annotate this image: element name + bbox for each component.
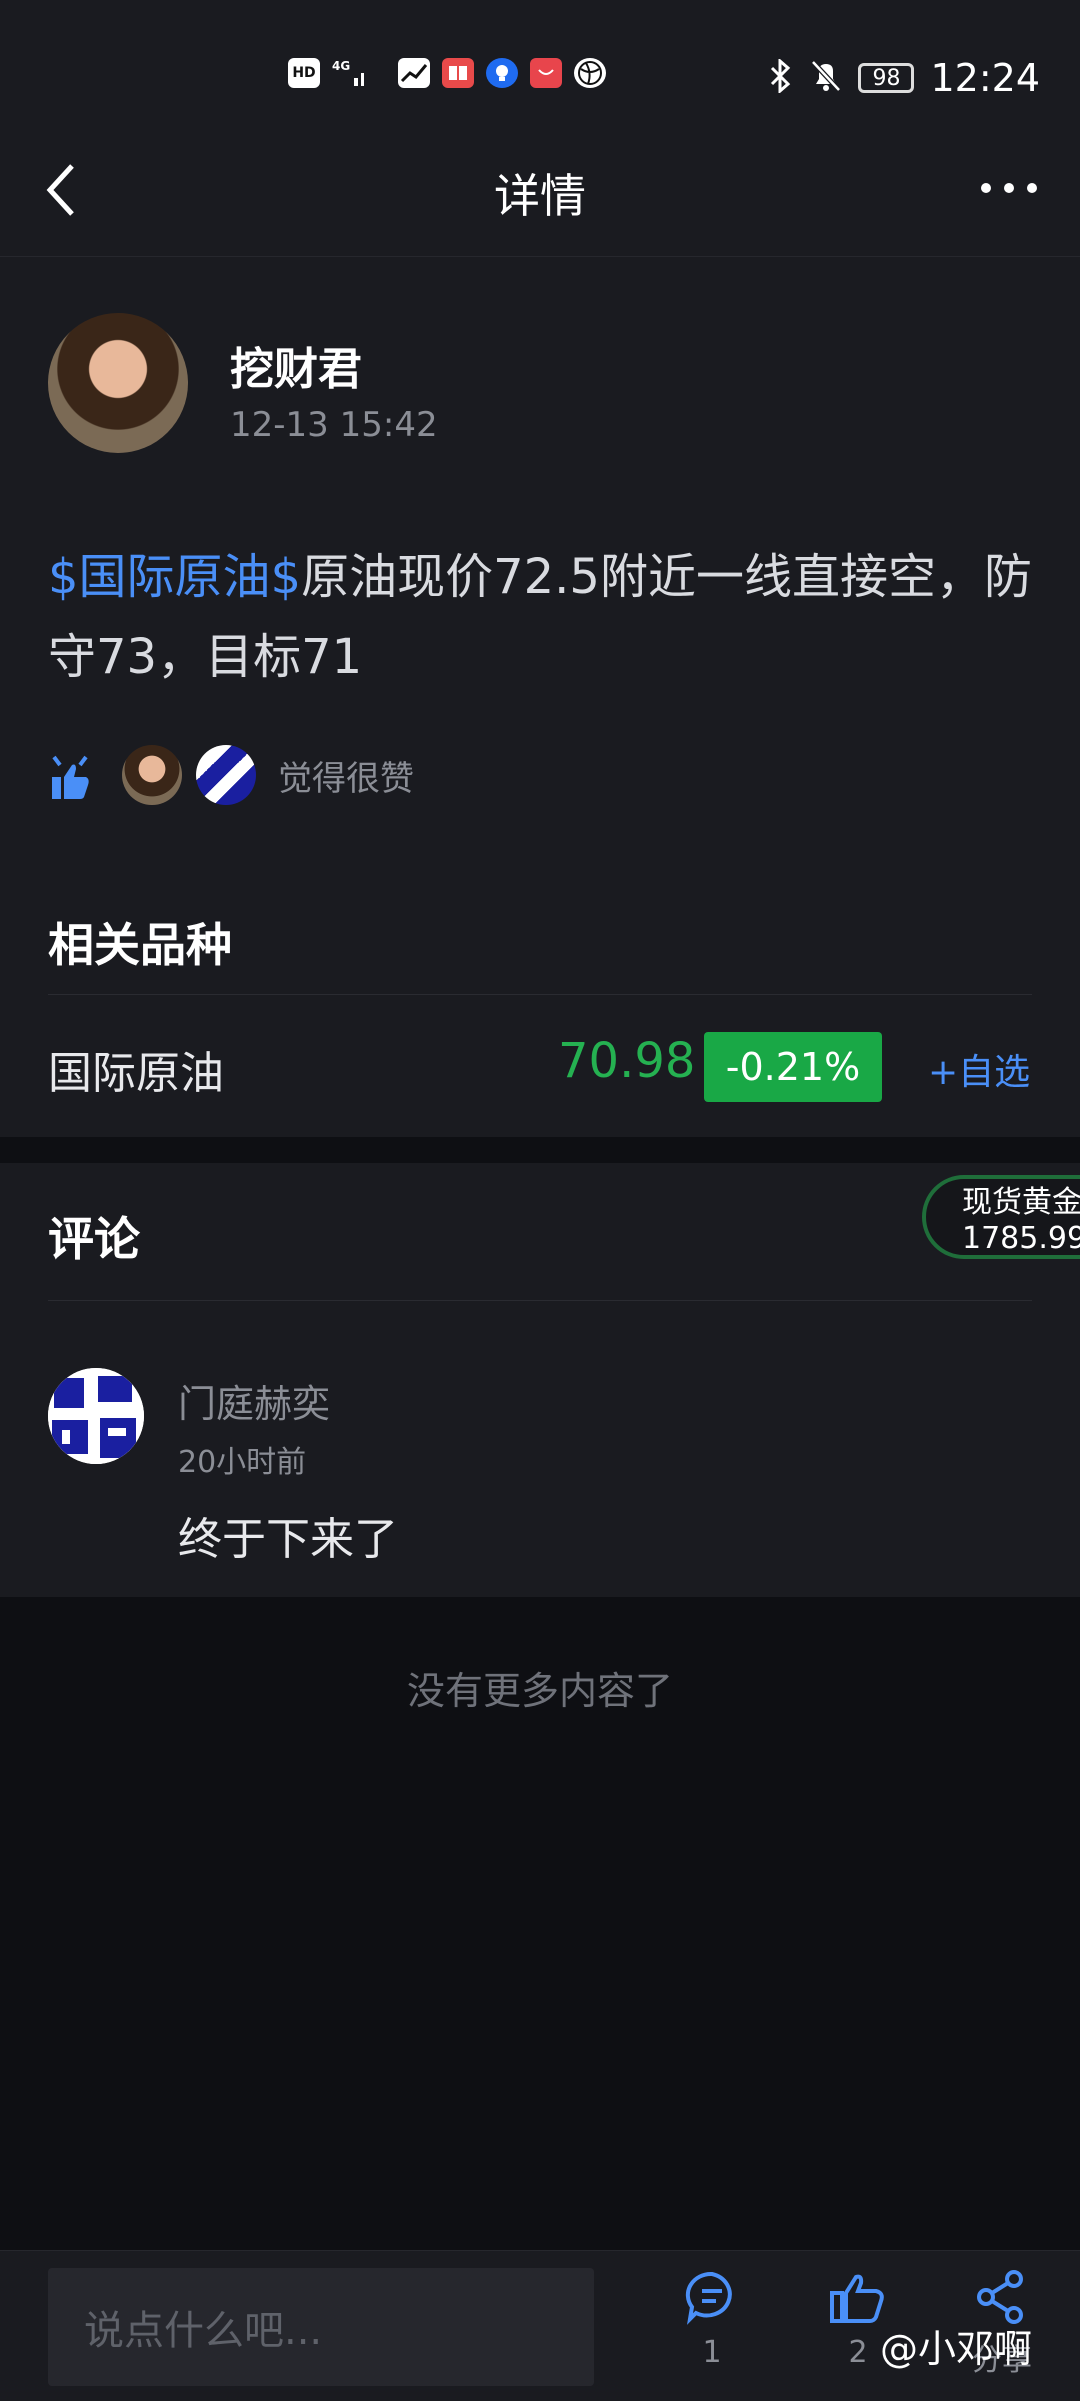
divider bbox=[48, 1300, 1032, 1301]
divider bbox=[48, 994, 1032, 995]
status-bar: HD 4G 98 12:24 bbox=[0, 0, 1080, 130]
comments-title: 评论 bbox=[48, 1212, 140, 1266]
floating-quote-price: 1785.99 bbox=[962, 1221, 1080, 1256]
instrument-name[interactable]: 国际原油 bbox=[48, 1037, 224, 1101]
instrument-change-badge: -0.21% bbox=[704, 1032, 882, 1102]
comment-text: 终于下来了 bbox=[178, 1514, 398, 1565]
instrument-price: 70.98 bbox=[558, 1033, 696, 1089]
watermark: @小邓啊 bbox=[880, 2327, 1033, 2371]
author-name[interactable]: 挖财君 bbox=[230, 333, 362, 397]
author-avatar[interactable] bbox=[48, 313, 188, 453]
liker-avatar-1[interactable] bbox=[122, 745, 182, 805]
thumbs-up-icon bbox=[52, 755, 89, 799]
comment-user[interactable]: 门庭赫奕 bbox=[178, 1373, 330, 1428]
post-card: 挖财君 12-13 15:42 $国际原油$原油现价72.5附近一线直接空，防守… bbox=[0, 257, 1080, 1137]
status-time: 12:24 bbox=[930, 56, 1040, 100]
floating-quote-name: 现货黄金 bbox=[962, 1185, 1080, 1220]
top-nav-bar: 详情 bbox=[0, 130, 1080, 257]
share-icon bbox=[977, 2270, 1023, 2324]
no-more-content-label: 没有更多内容了 bbox=[406, 1669, 673, 1713]
stock-app-icon bbox=[398, 58, 430, 88]
more-dots-icon bbox=[981, 183, 1037, 193]
related-section-title: 相关品种 bbox=[48, 918, 232, 972]
more-options-button[interactable] bbox=[974, 168, 1044, 208]
battery-indicator: 98 bbox=[858, 63, 915, 93]
comment-button[interactable]: 1 bbox=[672, 2269, 752, 2370]
book-app-icon bbox=[442, 58, 474, 88]
bluetooth-icon bbox=[766, 57, 794, 97]
hd-icon: HD bbox=[288, 58, 320, 88]
commenter-avatar[interactable] bbox=[48, 1368, 144, 1464]
comments-section: 评论 现货黄金 1785.99 门庭赫奕 20小时前 终于下来了 bbox=[0, 1163, 1080, 1597]
thumbs-up-icon bbox=[830, 2274, 884, 2323]
signal-4g-icon: 4G bbox=[332, 58, 364, 88]
bell-off-icon bbox=[810, 59, 842, 97]
page-title: 详情 bbox=[494, 169, 586, 223]
add-to-watchlist-button[interactable]: +自选 bbox=[928, 1043, 1030, 1095]
comment-time: 20小时前 bbox=[178, 1445, 307, 1480]
likes-row[interactable]: 觉得很赞 bbox=[48, 745, 414, 805]
status-left-icons: HD 4G bbox=[288, 58, 606, 88]
status-right: 98 12:24 bbox=[766, 56, 1040, 100]
floating-quote-widget[interactable]: 现货黄金 1785.99 bbox=[922, 1175, 1080, 1259]
comment-input[interactable]: 说点什么吧... bbox=[48, 2268, 594, 2386]
bulb-app-icon bbox=[486, 58, 518, 88]
post-time: 12-13 15:42 bbox=[230, 405, 438, 445]
ball-app-icon bbox=[574, 58, 606, 88]
comment-count: 1 bbox=[702, 2335, 722, 2370]
huawei-app-icon bbox=[530, 58, 562, 88]
liker-avatar-2[interactable] bbox=[196, 745, 256, 805]
instrument-tag-link[interactable]: $国际原油$ bbox=[48, 549, 301, 605]
post-content: $国际原油$原油现价72.5附近一线直接空，防守73，目标71 bbox=[48, 537, 1038, 697]
comment-bubble-icon bbox=[685, 2271, 732, 2325]
svg-text:4G: 4G bbox=[332, 59, 350, 73]
likes-label: 觉得很赞 bbox=[278, 758, 414, 799]
